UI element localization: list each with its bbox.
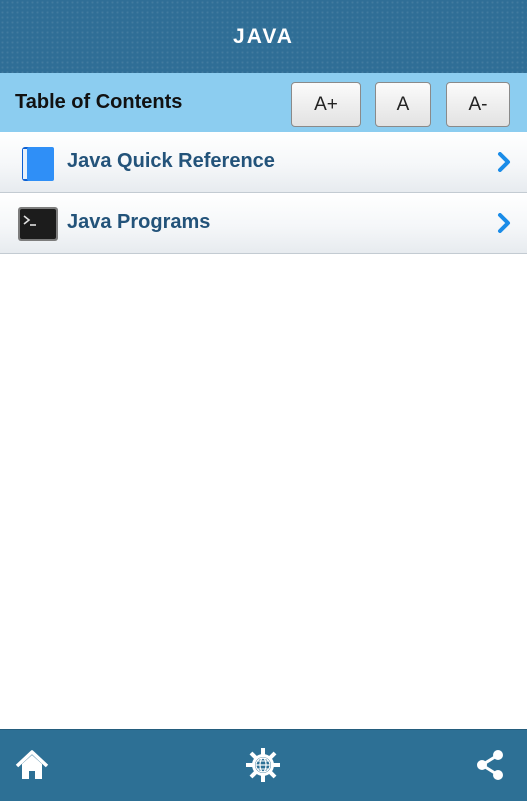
font-decrease-button[interactable]: A- xyxy=(446,82,510,127)
app-title: JAVA xyxy=(233,24,294,48)
share-icon[interactable] xyxy=(471,746,509,784)
home-icon[interactable] xyxy=(13,746,51,784)
font-normal-button[interactable]: A xyxy=(375,82,431,127)
list-item-java-quick-reference[interactable]: Java Quick Reference xyxy=(0,132,527,193)
chevron-right-icon xyxy=(498,213,510,233)
terminal-icon xyxy=(18,207,58,241)
app-header: JAVA xyxy=(0,0,527,73)
font-increase-button[interactable]: A+ xyxy=(291,82,361,127)
settings-globe-icon[interactable] xyxy=(244,746,282,784)
toc-bar: Table of Contents A+ A A- xyxy=(0,73,527,132)
list-item-label: Java Programs xyxy=(67,211,211,233)
book-icon xyxy=(22,147,54,181)
list-item-java-programs[interactable]: Java Programs xyxy=(0,193,527,254)
chevron-right-icon xyxy=(498,152,510,172)
list-item-label: Java Quick Reference xyxy=(67,150,275,172)
toc-title: Table of Contents xyxy=(15,91,183,113)
bottom-toolbar xyxy=(0,729,527,801)
